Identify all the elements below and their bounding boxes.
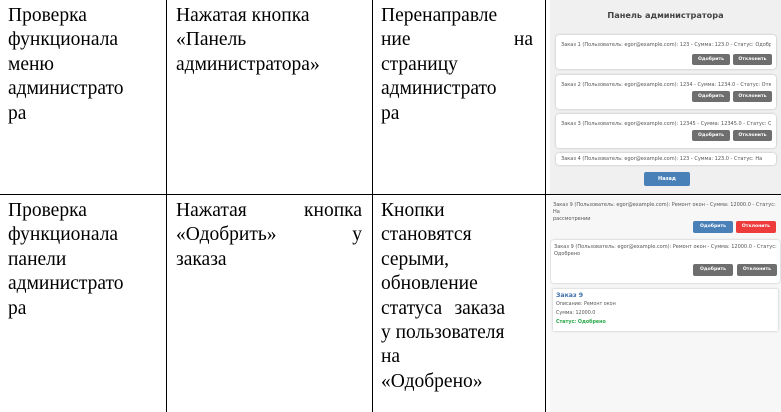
column-divider	[372, 0, 373, 412]
reject-button[interactable]: Отклонить	[733, 130, 772, 141]
order-card: Заказ 2 (Пользователь: egor@example.com)…	[556, 75, 776, 109]
reject-button[interactable]: Отклонить	[737, 264, 777, 276]
order-detail-card: Заказ 9 Описание: Ремонт окон Сумма: 120…	[553, 289, 778, 331]
approve-button[interactable]: Одобрить	[693, 221, 733, 233]
row2-expected-result: Кнопки становятся серыми, обновление ста…	[381, 200, 505, 392]
admin-panel-screenshot: Панель администратора Заказ 1 (Пользоват…	[550, 0, 781, 194]
row-divider	[0, 194, 781, 195]
column-divider	[166, 0, 167, 412]
order-text: Заказ 4 (Пользователь: egor@example.com)…	[561, 156, 763, 162]
order-card-approved: Заказ 9 (Пользователь: egor@example.com)…	[551, 240, 780, 283]
row2-action: Нажатая кнопка «Одобрить» у заказа	[176, 200, 362, 270]
row2-test-name: Проверка функционала панели администрато ра	[8, 200, 124, 319]
row1-action: Нажатая кнопка «Панель администратора»	[176, 5, 320, 75]
row1-expected-result: Перенаправле ние на страницу администрат…	[381, 5, 533, 124]
order-card: Заказ 1 (Пользователь: egor@example.com)…	[556, 35, 776, 69]
reject-button[interactable]: Отклонить	[733, 91, 772, 102]
approve-button[interactable]: Одобрить	[692, 54, 730, 65]
approve-button[interactable]: Одобрить	[693, 264, 733, 276]
approve-button[interactable]: Одобрить	[692, 91, 730, 102]
order-card: Заказ 4 (Пользователь: egor@example.com)…	[556, 153, 776, 165]
column-divider	[545, 0, 546, 412]
order-detail-title: Заказ 9	[556, 292, 584, 299]
order-detail-sum: Сумма: 12000.0	[556, 311, 596, 316]
order-detail-description: Описание: Ремонт окон	[556, 302, 616, 307]
back-button[interactable]: Назад	[644, 172, 690, 186]
order-text-before: Заказ 9 (Пользователь: egor@example.com)…	[553, 202, 776, 222]
row1-test-name: Проверка функционала меню администрато ра	[8, 5, 124, 124]
order-text: Заказ 1 (Пользователь: egor@example.com)…	[561, 42, 771, 48]
order-text: Заказ 2 (Пользователь: egor@example.com)…	[561, 82, 771, 88]
order-approval-screenshot: Заказ 9 (Пользователь: egor@example.com)…	[550, 196, 781, 412]
order-text-after: Заказ 9 (Пользователь: egor@example.com)…	[554, 244, 777, 257]
admin-panel-title: Панель администратора	[607, 10, 724, 20]
order-card: Заказ 3 (Пользователь: egor@example.com)…	[556, 114, 776, 148]
order-detail-status: Статус: Одобрено	[556, 320, 606, 325]
reject-button[interactable]: Отклонить	[736, 221, 776, 233]
order-text: Заказ 3 (Пользователь: egor@example.com)…	[561, 121, 771, 127]
approve-button[interactable]: Одобрить	[692, 130, 730, 141]
reject-button[interactable]: Отклонить	[733, 54, 772, 65]
